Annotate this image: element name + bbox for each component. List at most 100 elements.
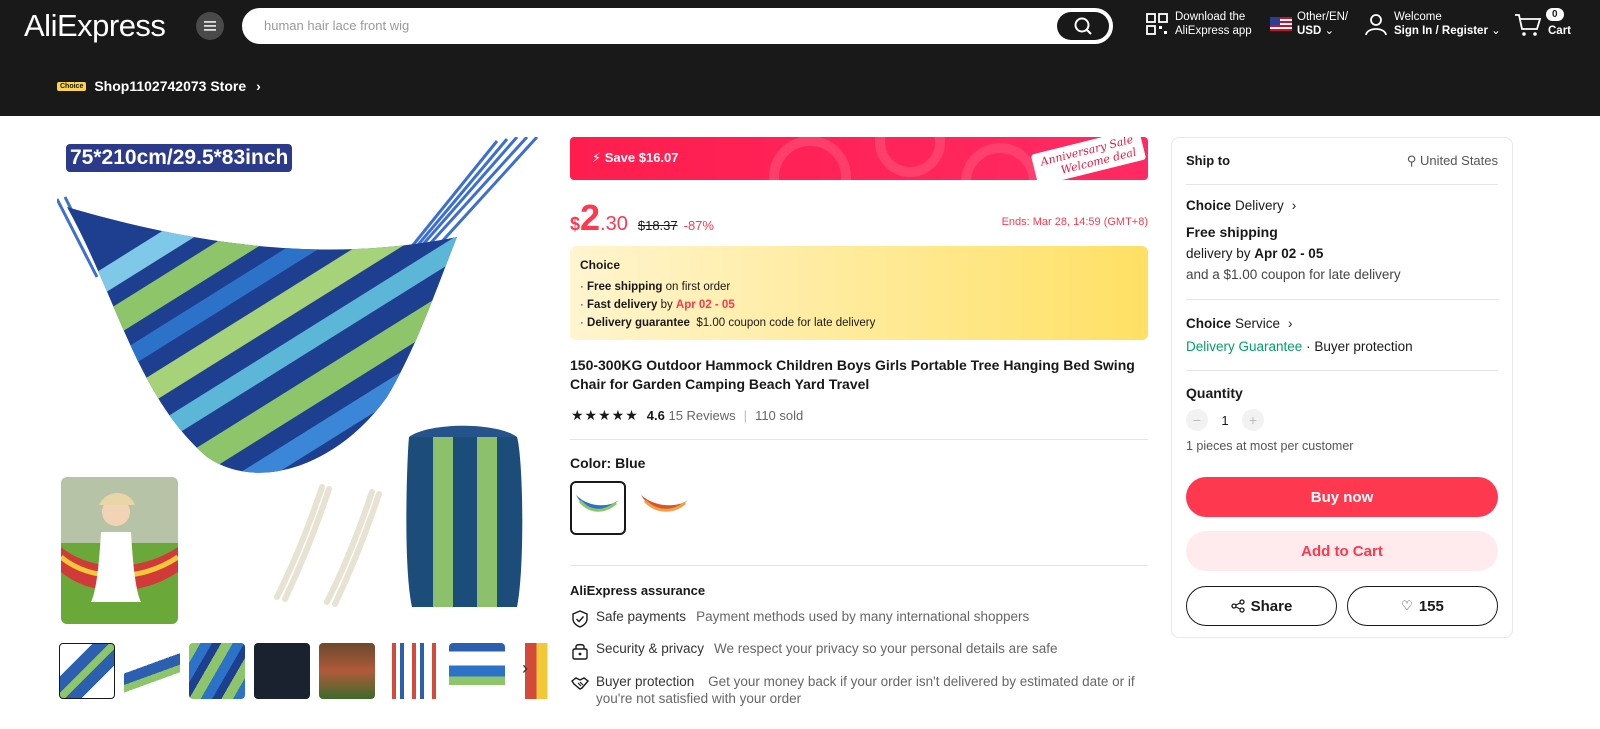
quantity-stepper: − 1 + — [1186, 409, 1498, 431]
assurance-buyer-protection: Buyer protection Get your money back if … — [570, 673, 1148, 707]
buy-now-button[interactable]: Buy now — [1186, 477, 1498, 517]
sold-count: 110 sold — [755, 408, 804, 423]
divider — [1186, 299, 1498, 300]
thumbnail[interactable] — [319, 643, 375, 699]
star-rating-icon: ★★★★★ — [571, 407, 639, 423]
reviews-link[interactable]: 15 Reviews — [668, 408, 735, 423]
quantity-increment-button[interactable]: + — [1242, 409, 1264, 431]
assurance-safe-payments: Safe payments Payment methods used by ma… — [570, 609, 1148, 629]
main-product-image[interactable]: 75*210cm/29.5*83inch — [57, 137, 547, 627]
signin-label: Sign In / Register — [1394, 25, 1488, 37]
store-name: Shop1102742073 Store — [94, 78, 247, 94]
discount-percent: -87% — [683, 218, 714, 233]
store-link[interactable]: Choice Shop1102742073 Store › — [57, 78, 261, 94]
thumbnail-strip — [59, 643, 549, 699]
us-flag-icon — [1270, 17, 1292, 31]
assurance-label: Security & privacy — [596, 641, 705, 656]
thumbnail[interactable] — [59, 643, 115, 699]
delivery-word: Delivery — [1235, 198, 1284, 213]
purchase-panel: Ship to ⚲ United States Choice Delivery … — [1171, 137, 1513, 638]
search-bar — [242, 8, 1113, 44]
locale-line1: Other/EN/ — [1297, 11, 1349, 23]
assurance-desc: We respect your privacy so your personal… — [714, 641, 1058, 656]
quantity-label: Quantity — [1186, 385, 1243, 401]
menu-button[interactable] — [196, 12, 224, 40]
search-icon — [1074, 17, 1092, 35]
benefit-delivery-guarantee: · Delivery guarantee $1.00 coupon code f… — [580, 317, 876, 329]
thumbnail[interactable] — [449, 643, 505, 699]
assurance-title: AliExpress assurance — [570, 583, 706, 598]
thumbnails-next-button[interactable]: › — [522, 658, 546, 682]
user-icon — [1365, 14, 1387, 36]
thumbnail[interactable] — [384, 643, 440, 699]
top-header: AliExpress Download the AliExpress app Ot… — [0, 0, 1600, 116]
quantity-value[interactable]: 1 — [1208, 413, 1242, 428]
heart-icon: ♡ — [1401, 598, 1413, 613]
chevron-right-icon: › — [1291, 198, 1297, 213]
locale-selector[interactable]: Other/EN/USD ⌄ — [1270, 10, 1348, 38]
search-button[interactable] — [1057, 12, 1109, 40]
thumbnail[interactable] — [189, 643, 245, 699]
wishlist-button[interactable]: ♡ 155 — [1347, 586, 1498, 626]
account-menu[interactable]: Welcome Sign In / Register ⌄ — [1364, 10, 1501, 38]
shield-check-icon — [572, 610, 588, 628]
delivery-guarantee-label: Delivery Guarantee — [1186, 339, 1303, 354]
rating-value: 4.6 — [646, 408, 665, 423]
price-currency: $ — [570, 214, 581, 234]
cart-label: Cart — [1548, 25, 1572, 37]
chevron-down-icon: ⌄ — [1491, 25, 1501, 37]
qr-code-icon — [1146, 13, 1168, 35]
ship-to-country[interactable]: ⚲ United States — [1407, 153, 1498, 169]
lock-icon — [572, 643, 588, 660]
cart-icon — [1515, 14, 1542, 36]
service-items: Delivery Guarantee · Buyer protection — [1186, 339, 1413, 354]
add-to-cart-button[interactable]: Add to Cart — [1186, 531, 1498, 571]
chevron-right-icon: › — [1288, 316, 1293, 331]
service-word: Service — [1235, 316, 1281, 331]
delivery-date-line: delivery by Apr 02 - 05 — [1186, 246, 1324, 261]
share-button[interactable]: Share — [1186, 586, 1337, 626]
quantity-decrement-button[interactable]: − — [1186, 409, 1208, 431]
product-title: 150-300KG Outdoor Hammock Children Boys … — [570, 357, 1135, 392]
choice-service-link[interactable]: Choice Service › — [1186, 316, 1498, 331]
divider — [570, 565, 1148, 566]
search-input[interactable] — [264, 18, 1024, 33]
benefit-fast-delivery: · Fast delivery by Apr 02 - 05 — [580, 299, 735, 311]
assurance-label: Safe payments — [596, 609, 687, 624]
wishlist-count: 155 — [1418, 597, 1444, 615]
free-shipping-label: Free shipping — [1186, 224, 1278, 240]
choice-benefits-box: Choice · Free shipping on first order · … — [570, 246, 1148, 340]
thumbnail[interactable] — [124, 643, 180, 699]
color-swatch-red[interactable] — [637, 481, 693, 535]
choice-delivery-link[interactable]: Choice Delivery › — [1186, 198, 1498, 213]
assurance-label: Buyer protection — [596, 674, 695, 689]
download-app-link[interactable]: Download the AliExpress app — [1146, 10, 1252, 38]
price-integer: 2 — [580, 197, 601, 238]
hamburger-icon — [204, 21, 216, 31]
coupon-note: and a $1.00 coupon for late delivery — [1186, 267, 1401, 282]
divider — [1186, 370, 1498, 371]
thumbnail[interactable] — [254, 643, 310, 699]
child-on-hammock-photo — [61, 477, 178, 624]
app-line1: Download the — [1175, 11, 1246, 23]
separator: | — [743, 408, 748, 423]
location-pin-icon: ⚲ — [1406, 153, 1417, 168]
currency-label: USD — [1297, 25, 1322, 37]
benefit-free-shipping: · Free shipping on first order — [580, 281, 731, 293]
rating-row: ★★★★★ 4.6 15 Reviews | 110 sold — [571, 407, 803, 424]
welcome-label: Welcome — [1394, 11, 1442, 23]
quantity-note: 1 pieces at most per customer — [1186, 439, 1354, 453]
share-icon — [1230, 599, 1245, 613]
color-swatch-blue[interactable] — [570, 481, 626, 535]
color-label: Color: Blue — [570, 455, 646, 471]
lightning-icon: ⚡ — [592, 150, 602, 165]
assurance-security-privacy: Security & privacy We respect your priva… — [570, 641, 1148, 661]
save-label: Save $16.07 — [604, 150, 679, 165]
price-decimal: .30 — [600, 213, 628, 235]
save-amount: ⚡ Save $16.07 — [592, 150, 679, 166]
cart-count-badge: 0 — [1546, 8, 1564, 21]
promo-banner: ⚡ Save $16.07 Anniversary Sale Welcome d… — [570, 137, 1148, 180]
divider — [570, 439, 1148, 440]
aliexpress-logo[interactable]: AliExpress — [24, 8, 166, 44]
original-price: $18.37 — [637, 218, 678, 233]
